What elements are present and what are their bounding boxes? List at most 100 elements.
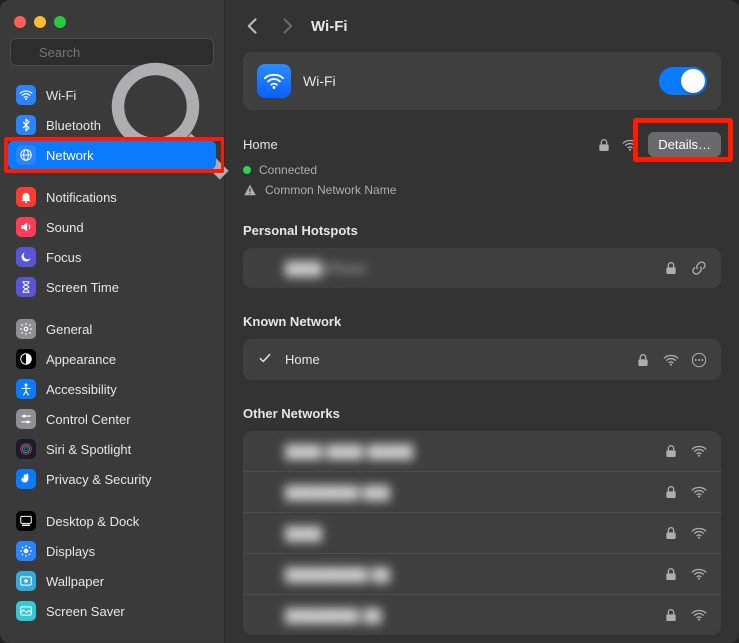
status-connected-dot [243, 166, 251, 174]
wifi-signal-icon [663, 352, 679, 368]
window-controls [0, 8, 224, 38]
nav-forward-button[interactable] [277, 16, 297, 36]
sidebar-item-displays[interactable]: Displays [8, 536, 216, 566]
status-text: Connected [259, 163, 317, 177]
hotspot-link-icon [691, 260, 707, 276]
warning-icon [243, 183, 257, 197]
network-name: ████████ ███ [285, 485, 651, 500]
network-row[interactable]: Home [243, 339, 721, 380]
close-button[interactable] [14, 16, 26, 28]
network-row[interactable]: ████ [243, 512, 721, 553]
screensaver-icon [16, 601, 36, 621]
wifi-signal-icon [622, 137, 638, 153]
hand-icon [16, 469, 36, 489]
sidebar-item-wallpaper[interactable]: Wallpaper [8, 566, 216, 596]
lock-icon [635, 352, 651, 368]
sidebar-item-siri[interactable]: Siri & Spotlight [8, 434, 216, 464]
network-name: ████ iPhone [285, 261, 651, 276]
sidebar-item-focus[interactable]: Focus [8, 242, 216, 272]
sidebar-item-bluetooth[interactable]: Bluetooth [8, 110, 216, 140]
sidebar-item-label: General [46, 322, 208, 337]
network-row[interactable]: ████████-██ [243, 594, 721, 635]
sidebar-item-desktopdock[interactable]: Desktop & Dock [8, 506, 216, 536]
lock-icon [663, 484, 679, 500]
sidebar-item-label: Focus [46, 250, 208, 265]
sidebar-item-notifications[interactable]: Notifications [8, 182, 216, 212]
lock-icon [596, 137, 612, 153]
minimize-button[interactable] [34, 16, 46, 28]
sidebar-item-controlcenter[interactable]: Control Center [8, 404, 216, 434]
displays-icon [16, 541, 36, 561]
network-row[interactable]: ████ iPhone [243, 248, 721, 288]
nav-back-button[interactable] [243, 16, 263, 36]
wallpaper-icon [16, 571, 36, 591]
sidebar-item-label: Network [46, 148, 208, 163]
network-name: ████████-██ [285, 608, 651, 623]
sidebar-item-screensaver[interactable]: Screen Saver [8, 596, 216, 626]
sidebar-item-label: Notifications [46, 190, 208, 205]
sidebar-item-network[interactable]: Network [8, 140, 216, 170]
sidebar-item-wifi[interactable]: Wi-Fi [8, 80, 216, 110]
network-name: █████████ ██ [285, 567, 651, 582]
page-title: Wi-Fi [311, 18, 348, 35]
network-row[interactable]: ████████ ███ [243, 471, 721, 512]
network-name: Home [285, 352, 623, 367]
sidebar-item-appearance[interactable]: Appearance [8, 344, 216, 374]
lock-icon [663, 525, 679, 541]
sidebar-item-label: Privacy & Security [46, 472, 208, 487]
warning-text: Common Network Name [265, 183, 396, 197]
known-card: Home [243, 339, 721, 380]
more-options-button[interactable] [691, 352, 707, 368]
network-name: ████-████-█████ [285, 444, 651, 459]
sidebar-item-label: Bluetooth [46, 118, 208, 133]
network-row[interactable]: ████-████-█████ [243, 431, 721, 471]
bluetooth-icon [16, 115, 36, 135]
bell-icon [16, 187, 36, 207]
hourglass-icon [16, 277, 36, 297]
moon-icon [16, 247, 36, 267]
lock-icon [663, 260, 679, 276]
appearance-icon [16, 349, 36, 369]
wifi-signal-icon [691, 525, 707, 541]
other-card: ████-████-█████ ████████ ███ ████ █████████… [243, 431, 721, 635]
globe-icon [16, 145, 36, 165]
wifi-hero-title: Wi-Fi [303, 73, 647, 89]
sidebar-item-label: Wi-Fi [46, 88, 208, 103]
sidebar: Wi-Fi Bluetooth Network Notifications Sound F… [0, 0, 225, 643]
sidebar-item-sound[interactable]: Sound [8, 212, 216, 242]
hotspots-card: ████ iPhone [243, 248, 721, 288]
wifi-signal-icon [691, 566, 707, 582]
wifi-toggle[interactable] [659, 67, 707, 95]
network-row[interactable]: █████████ ██ [243, 553, 721, 594]
sidebar-item-accessibility[interactable]: Accessibility [8, 374, 216, 404]
network-name: ████ [285, 526, 651, 541]
sidebar-item-label: Wallpaper [46, 574, 208, 589]
sidebar-item-label: Accessibility [46, 382, 208, 397]
sidebar-item-label: Control Center [46, 412, 208, 427]
sidebar-item-label: Sound [46, 220, 208, 235]
sidebar-item-label: Screen Time [46, 280, 208, 295]
details-button[interactable]: Details… [648, 132, 721, 157]
sidebar-item-screentime[interactable]: Screen Time [8, 272, 216, 302]
sound-icon [16, 217, 36, 237]
lock-icon [663, 566, 679, 582]
desktop-icon [16, 511, 36, 531]
sidebar-item-general[interactable]: General [8, 314, 216, 344]
sidebar-item-label: Appearance [46, 352, 208, 367]
fullscreen-button[interactable] [54, 16, 66, 28]
search-wrap [0, 38, 224, 76]
section-title-other: Other Networks [243, 406, 721, 421]
current-network: Home Details… Connected Common Network N… [243, 130, 721, 197]
sidebar-item-label: Siri & Spotlight [46, 442, 208, 457]
check-icon [257, 351, 273, 368]
wifi-signal-icon [691, 443, 707, 459]
sidebar-item-label: Displays [46, 544, 208, 559]
figure-icon [16, 379, 36, 399]
wifi-signal-icon [691, 607, 707, 623]
current-network-name: Home [243, 137, 586, 152]
sliders-icon [16, 409, 36, 429]
sidebar-item-privacy[interactable]: Privacy & Security [8, 464, 216, 494]
wifi-icon [16, 85, 36, 105]
lock-icon [663, 607, 679, 623]
sidebar-item-label: Screen Saver [46, 604, 208, 619]
